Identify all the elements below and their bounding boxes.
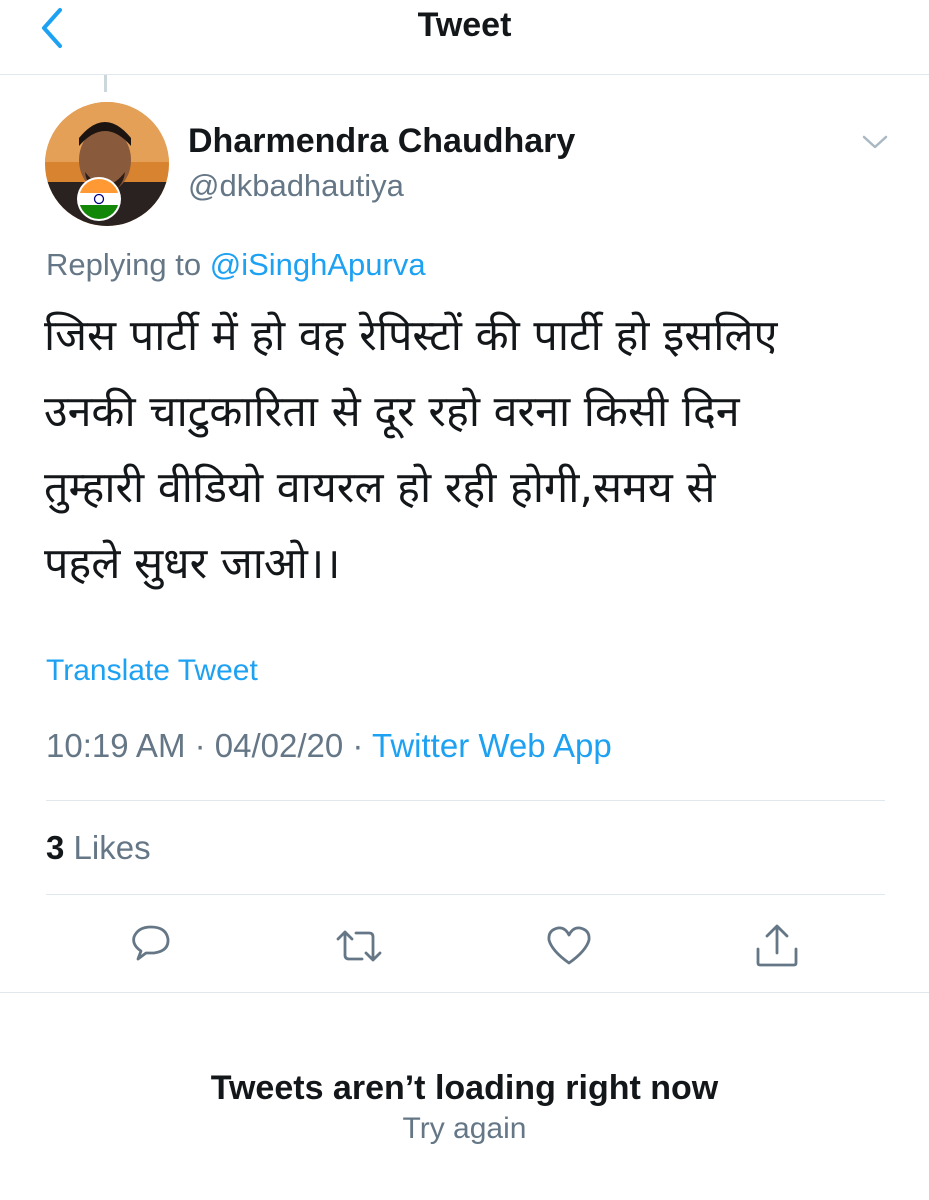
tweet-metadata: 10:19 AM · 04/02/20 · Twitter Web App [46, 727, 612, 765]
thread-connector-line [104, 75, 107, 92]
tweet-date: 04/02/20 [214, 727, 344, 764]
replying-to-label: Replying to [46, 247, 202, 282]
username-handle[interactable]: @dkbadhautiya [188, 168, 404, 204]
share-button[interactable] [752, 921, 802, 971]
tweet-time: 10:19 AM [46, 727, 186, 764]
likes-label: Likes [73, 829, 151, 866]
error-message: Tweets aren’t loading right now [210, 1069, 719, 1107]
divider [46, 894, 885, 895]
try-again-link[interactable]: Try again [0, 1112, 929, 1146]
display-name[interactable]: Dharmendra Chaudhary [188, 122, 575, 161]
translate-tweet-link[interactable]: Translate Tweet [46, 654, 258, 688]
like-button[interactable] [544, 921, 594, 971]
avatar[interactable] [45, 102, 169, 226]
profile-photo [45, 102, 169, 226]
heart-icon [547, 926, 591, 965]
likes-count-link[interactable]: 3 Likes [46, 829, 151, 867]
meta-separator: · [194, 727, 206, 764]
top-bar: Tweet [0, 0, 929, 75]
divider [46, 800, 885, 801]
reply-button[interactable] [126, 921, 176, 971]
share-icon [756, 924, 798, 967]
replying-to-mention-link[interactable]: @iSinghApurva [210, 247, 426, 282]
retweet-button[interactable] [334, 921, 384, 971]
replying-to-line: Replying to @iSinghApurva [46, 247, 426, 283]
chevron-down-icon [862, 135, 888, 149]
meta-separator: · [352, 727, 364, 764]
likes-count: 3 [46, 829, 65, 866]
tweet-source-link[interactable]: Twitter Web App [372, 727, 612, 764]
reply-icon [132, 925, 170, 961]
more-options-button[interactable] [858, 127, 892, 157]
tweet-text: जिस पार्टी में हो वह रेपिस्टों की पार्टी… [44, 311, 778, 589]
page-title: Tweet [417, 6, 512, 44]
retweet-icon [336, 930, 382, 962]
section-divider [0, 992, 929, 993]
